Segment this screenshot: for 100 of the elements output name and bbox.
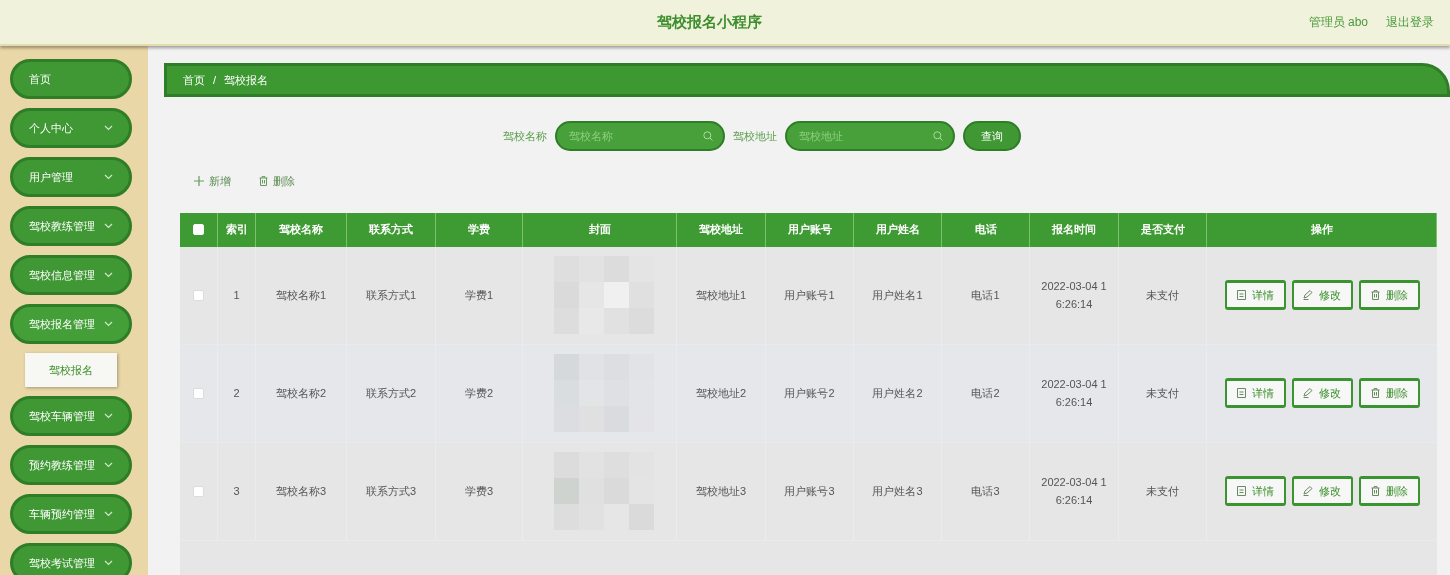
column-header: 操作 (1207, 212, 1437, 247)
pencil-icon (1303, 290, 1313, 300)
trash-icon (1370, 388, 1380, 398)
sidebar-menu-item[interactable]: 驾校考试管理 (10, 543, 132, 575)
edit-button[interactable]: 修改 (1291, 476, 1353, 506)
pencil-icon (1303, 388, 1313, 398)
table-cell: 驾校地址3 (677, 442, 766, 540)
column-header: 是否支付 (1119, 212, 1207, 247)
table-cell: 学费3 (436, 442, 523, 540)
table-cell: 驾校名称3 (256, 442, 347, 540)
checkbox[interactable] (193, 387, 204, 399)
edit-button[interactable]: 修改 (1291, 378, 1353, 408)
submenu-item[interactable]: 驾校报名 (25, 353, 117, 387)
table-cell: 用户账号2 (766, 344, 854, 442)
chevron-down-icon (104, 125, 113, 131)
document-icon (1236, 388, 1246, 398)
column-header: 学费 (436, 212, 523, 247)
table-cell: 未支付 (1119, 442, 1207, 540)
table-cell: 学费2 (436, 344, 523, 442)
edit-button[interactable]: 修改 (1291, 280, 1353, 310)
app-title: 驾校报名小程序 (656, 11, 762, 32)
table-cell: 2 (218, 344, 256, 442)
chevron-down-icon (104, 223, 113, 229)
column-header: 用户账号 (766, 212, 854, 247)
checkbox[interactable] (193, 289, 204, 301)
chevron-down-icon (104, 272, 113, 278)
sidebar-menu-item[interactable]: 驾校信息管理 (10, 255, 132, 295)
checkbox[interactable] (193, 485, 204, 497)
column-header: 电话 (942, 212, 1030, 247)
table-cell: 驾校地址2 (677, 344, 766, 442)
table-cell: 驾校名称1 (256, 246, 347, 344)
search-label: 驾校名称 (503, 128, 547, 144)
table-cell: 学费1 (436, 246, 523, 344)
admin-username: 管理员 abo (1308, 14, 1368, 31)
trash-icon (1370, 486, 1380, 496)
table-cell: 1 (218, 246, 256, 344)
table-cell: 用户姓名1 (854, 246, 942, 344)
delete-button[interactable]: 删除 (259, 173, 295, 190)
table-cell: 用户账号3 (766, 442, 854, 540)
chevron-down-icon (104, 511, 113, 517)
table-cell: 电话3 (942, 442, 1030, 540)
sidebar-menu-item[interactable]: 驾校报名管理 (10, 304, 132, 344)
document-icon (1236, 290, 1246, 300)
table-cell: 用户姓名2 (854, 344, 942, 442)
trash-icon (1370, 290, 1380, 300)
table-cell: 未支付 (1119, 246, 1207, 344)
search-field[interactable]: 驾校地址 (785, 121, 955, 151)
search-icon (703, 131, 713, 141)
table-cell: 3 (218, 442, 256, 540)
table-cell: 电话2 (942, 344, 1030, 442)
add-button[interactable]: 新增 (194, 173, 231, 190)
logout-link[interactable]: 退出登录 (1386, 13, 1434, 31)
pencil-icon (1303, 486, 1313, 496)
chevron-down-icon (104, 462, 113, 468)
sidebar-menu-item[interactable]: 首页 (10, 59, 132, 99)
chevron-down-icon (104, 560, 113, 566)
breadcrumb-item[interactable]: 首页 (183, 71, 205, 89)
document-icon (1236, 486, 1246, 496)
search-label: 驾校地址 (733, 128, 777, 144)
table-cell: 用户账号1 (766, 246, 854, 344)
detail-button[interactable]: 详情 (1224, 378, 1286, 408)
sidebar-menu-item[interactable]: 车辆预约管理 (10, 494, 132, 534)
sidebar-menu-item[interactable]: 预约教练管理 (10, 445, 132, 485)
chevron-down-icon (104, 413, 113, 419)
query-button[interactable]: 查询 (963, 121, 1021, 151)
table-cell: 2022-03-04 1 6:26:14 (1030, 344, 1119, 442)
column-header: 联系方式 (347, 212, 436, 247)
column-header: 索引 (218, 212, 256, 247)
table-cell: 2022-03-04 1 6:26:14 (1030, 246, 1119, 344)
column-header: 驾校地址 (677, 212, 766, 247)
table-cell: 联系方式3 (347, 442, 436, 540)
sidebar-menu-item[interactable]: 驾校教练管理 (10, 206, 132, 246)
table-cell: 电话1 (942, 246, 1030, 344)
chevron-down-icon (104, 174, 113, 180)
column-header: 驾校名称 (256, 212, 347, 247)
search-icon (933, 131, 943, 141)
table-cell: 驾校名称2 (256, 344, 347, 442)
detail-button[interactable]: 详情 (1224, 280, 1286, 310)
search-field[interactable]: 驾校名称 (555, 121, 725, 151)
sidebar-menu-item[interactable]: 驾校车辆管理 (10, 396, 132, 436)
sidebar-menu-item[interactable]: 用户管理 (10, 157, 132, 197)
delete-button[interactable]: 删除 (1358, 280, 1420, 310)
sidebar-menu-item[interactable]: 个人中心 (10, 108, 132, 148)
table-cell: 用户姓名3 (854, 442, 942, 540)
table-cell: 2022-03-04 1 6:26:14 (1030, 442, 1119, 540)
delete-button[interactable]: 删除 (1358, 476, 1420, 506)
chevron-down-icon (104, 321, 113, 327)
breadcrumb-separator: / (213, 72, 217, 88)
table-cell: 联系方式1 (347, 246, 436, 344)
delete-button[interactable]: 删除 (1358, 378, 1420, 408)
plus-icon (194, 176, 204, 187)
column-header: 报名时间 (1030, 212, 1119, 247)
trash-icon (259, 176, 268, 187)
detail-button[interactable]: 详情 (1224, 476, 1286, 506)
table-cell: 驾校地址1 (677, 246, 766, 344)
column-header: 封面 (523, 212, 677, 247)
table-cell: 联系方式2 (347, 344, 436, 442)
breadcrumb-item: 驾校报名 (224, 72, 269, 88)
table-cell: 未支付 (1119, 344, 1207, 442)
column-header: 用户姓名 (854, 212, 942, 247)
